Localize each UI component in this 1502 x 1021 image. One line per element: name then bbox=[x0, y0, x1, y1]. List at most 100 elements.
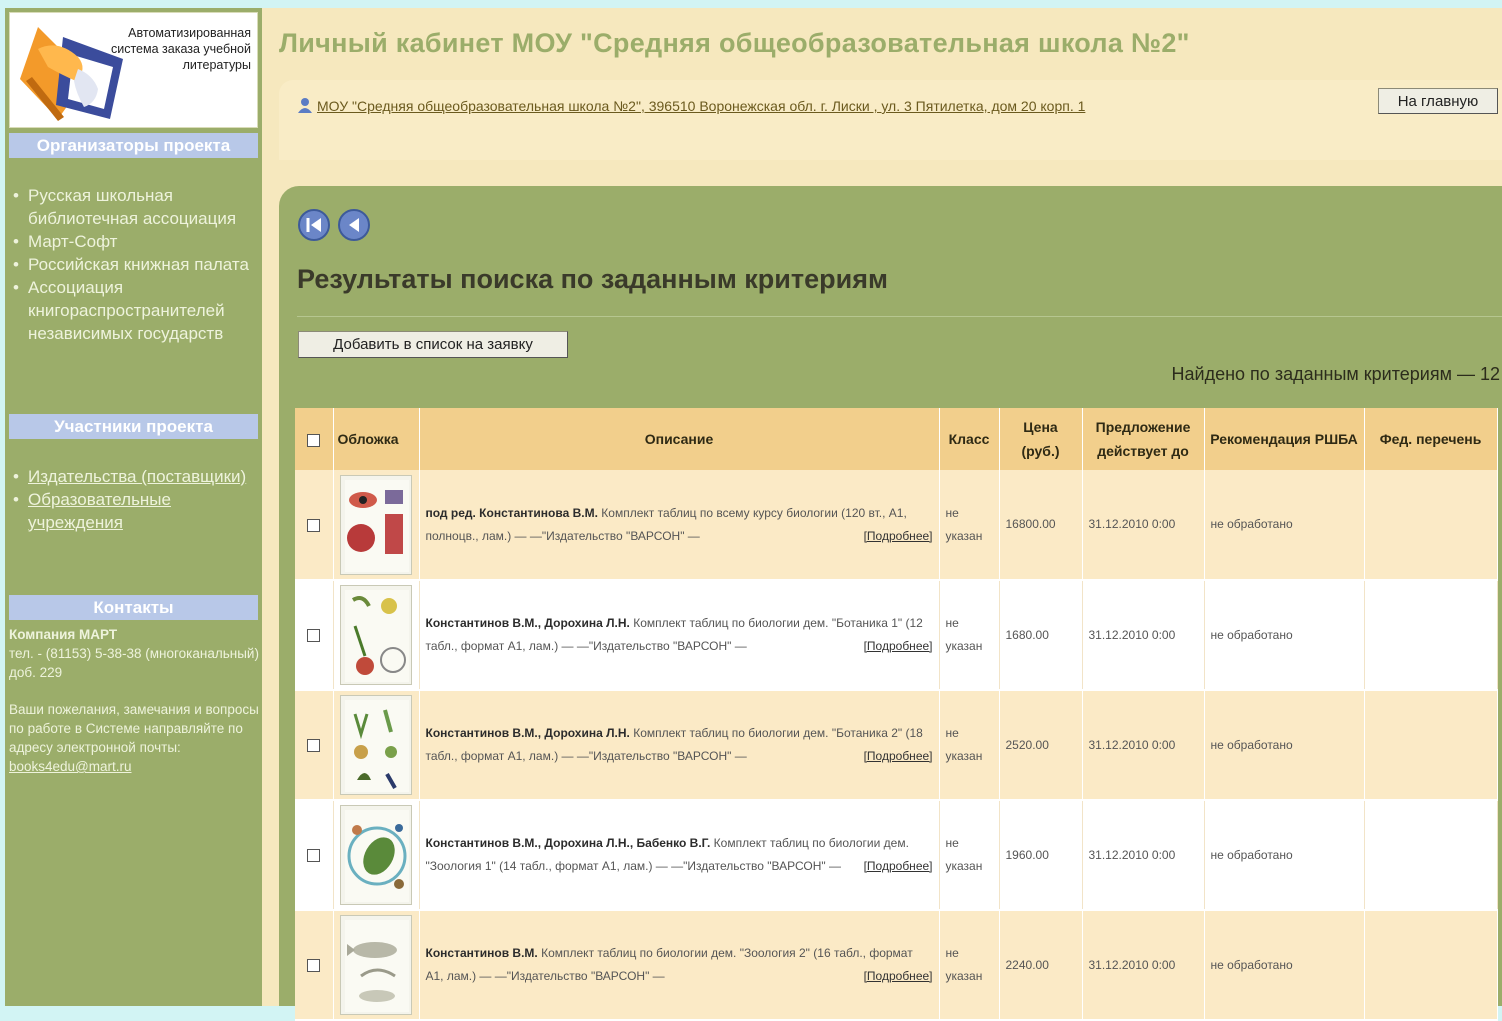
main-content: Личный кабинет МОУ "Средняя общеобразова… bbox=[262, 8, 1502, 1021]
col-description: Описание bbox=[419, 408, 940, 470]
divider bbox=[297, 316, 1502, 317]
cover-thumbnail[interactable] bbox=[339, 805, 412, 905]
col-recommendation: Рекомендация РШБА bbox=[1204, 408, 1365, 470]
account-info-box: МОУ "Средняя общеобразовательная школа №… bbox=[279, 80, 1502, 160]
contacts-heading: Контакты bbox=[9, 595, 258, 620]
grade-cell: не указан bbox=[939, 910, 1000, 1021]
publishers-link[interactable]: Издательства (поставщики) bbox=[28, 467, 246, 486]
table-row: под ред. Константинова В.М. Комплект таб… bbox=[295, 470, 1498, 581]
description-cell: Константинов В.М. Комплект таблиц по био… bbox=[419, 910, 940, 1021]
logo-text: Автоматизированная система заказа учебно… bbox=[110, 26, 251, 72]
federal-cell bbox=[1364, 690, 1498, 801]
table-row: Константинов В.М. Комплект таблиц по био… bbox=[295, 910, 1498, 1021]
organizer-item: Российская книжная палата bbox=[11, 253, 262, 276]
grade-cell: не указан bbox=[939, 470, 1000, 581]
participants-list: Издательства (поставщики) Образовательны… bbox=[11, 465, 262, 534]
col-cover: Обложка bbox=[333, 408, 420, 470]
row-checkbox[interactable] bbox=[307, 849, 321, 863]
details-link[interactable]: [Подробнее] bbox=[864, 745, 933, 768]
page-frame: Автоматизированная система заказа учебно… bbox=[5, 8, 1502, 1021]
table-header-row: Обложка Описание Класс Цена (руб.) Предл… bbox=[295, 408, 1498, 470]
price-cell: 1680.00 bbox=[999, 580, 1083, 691]
organizer-item: Ассоциация книгораспространителей незави… bbox=[11, 276, 262, 345]
address-link[interactable]: МОУ "Средняя общеобразовательная школа №… bbox=[317, 98, 1085, 114]
offer-cell: 31.12.2010 0:00 bbox=[1082, 910, 1205, 1021]
col-offer: Предложение действует до bbox=[1082, 408, 1205, 470]
table-row: Константинов В.М., Дорохина Л.Н. Комплек… bbox=[295, 580, 1498, 691]
grade-cell: не указан bbox=[939, 690, 1000, 801]
price-cell: 16800.00 bbox=[999, 470, 1083, 581]
cover-thumbnail[interactable] bbox=[339, 915, 412, 1015]
home-button[interactable]: На главную bbox=[1378, 88, 1498, 114]
participant-item: Образовательные учреждения bbox=[11, 488, 262, 534]
offer-cell: 31.12.2010 0:00 bbox=[1082, 580, 1205, 691]
back-icon[interactable] bbox=[337, 208, 371, 242]
nav-icons bbox=[297, 208, 371, 247]
details-link[interactable]: [Подробнее] bbox=[864, 855, 933, 878]
details-link[interactable]: [Подробнее] bbox=[864, 635, 933, 658]
user-icon bbox=[298, 98, 312, 113]
participant-item: Издательства (поставщики) bbox=[11, 465, 262, 488]
federal-cell bbox=[1364, 910, 1498, 1021]
first-page-icon[interactable] bbox=[297, 208, 331, 242]
federal-cell bbox=[1364, 580, 1498, 691]
grade-cell: не указан bbox=[939, 800, 1000, 911]
table-row: Константинов В.М., Дорохина Л.Н., Бабенк… bbox=[295, 800, 1498, 911]
row-checkbox[interactable] bbox=[307, 739, 321, 753]
details-link[interactable]: [Подробнее] bbox=[864, 965, 933, 988]
recommendation-cell: не обработано bbox=[1204, 470, 1365, 581]
price-cell: 2520.00 bbox=[999, 690, 1083, 801]
organizer-item: Март-Софт bbox=[11, 230, 262, 253]
price-cell: 2240.00 bbox=[999, 910, 1083, 1021]
phone-text: тел. - (81153) 5-38-38 (многоканальный) … bbox=[9, 646, 259, 680]
results-title: Результаты поиска по заданным критериям bbox=[297, 264, 888, 294]
cover-thumbnail[interactable] bbox=[339, 474, 412, 575]
organizers-list: Русская школьная библиотечная ассоциация… bbox=[11, 184, 262, 345]
logo[interactable]: Автоматизированная система заказа учебно… bbox=[9, 12, 258, 128]
organizers-heading: Организаторы проекта bbox=[9, 133, 258, 158]
recommendation-cell: не обработано bbox=[1204, 910, 1365, 1021]
description-cell: Константинов В.М., Дорохина Л.Н. Комплек… bbox=[419, 690, 940, 801]
contact-note: Ваши пожелания, замечания и вопросы по р… bbox=[9, 702, 259, 755]
price-cell: 1960.00 bbox=[999, 800, 1083, 911]
federal-cell bbox=[1364, 470, 1498, 581]
organizer-item: Русская школьная библиотечная ассоциация bbox=[11, 184, 262, 230]
select-all-checkbox[interactable] bbox=[307, 433, 321, 447]
col-price: Цена (руб.) bbox=[999, 408, 1083, 470]
description-cell: под ред. Константинова В.М. Комплект таб… bbox=[419, 470, 940, 581]
details-link[interactable]: [Подробнее] bbox=[864, 525, 933, 548]
add-to-request-button[interactable]: Добавить в список на заявку bbox=[298, 331, 568, 358]
sidebar: Автоматизированная система заказа учебно… bbox=[5, 8, 262, 1006]
row-checkbox[interactable] bbox=[307, 629, 321, 643]
row-checkbox[interactable] bbox=[307, 959, 321, 973]
page-title: Личный кабинет МОУ "Средняя общеобразова… bbox=[279, 28, 1190, 58]
description-cell: Константинов В.М., Дорохина Л.Н., Бабенк… bbox=[419, 800, 940, 911]
results-table: Обложка Описание Класс Цена (руб.) Предл… bbox=[295, 408, 1498, 1021]
company-name: Компания МАРТ bbox=[9, 627, 118, 642]
table-row: Константинов В.М., Дорохина Л.Н. Комплек… bbox=[295, 690, 1498, 801]
contacts-block: Компания МАРТ тел. - (81153) 5-38-38 (мн… bbox=[9, 625, 259, 776]
offer-cell: 31.12.2010 0:00 bbox=[1082, 470, 1205, 581]
institutions-link[interactable]: Образовательные учреждения bbox=[28, 490, 171, 532]
grade-cell: не указан bbox=[939, 580, 1000, 691]
col-federal: Фед. перечень bbox=[1364, 408, 1498, 470]
description-cell: Константинов В.М., Дорохина Л.Н. Комплек… bbox=[419, 580, 940, 691]
authors: Константинов В.М. bbox=[425, 946, 538, 960]
address-line: МОУ "Средняя общеобразовательная школа №… bbox=[297, 96, 1157, 117]
recommendation-cell: не обработано bbox=[1204, 580, 1365, 691]
row-checkbox[interactable] bbox=[307, 518, 321, 532]
select-all-cell bbox=[295, 408, 334, 470]
col-grade: Класс bbox=[939, 408, 1000, 470]
results-panel: Результаты поиска по заданным критериям … bbox=[279, 186, 1502, 1021]
email-link[interactable]: books4edu@mart.ru bbox=[9, 759, 132, 774]
authors: Константинов В.М., Дорохина Л.Н. bbox=[425, 616, 630, 630]
offer-cell: 31.12.2010 0:00 bbox=[1082, 800, 1205, 911]
federal-cell bbox=[1364, 800, 1498, 911]
cover-thumbnail[interactable] bbox=[339, 695, 412, 795]
found-count: Найдено по заданным критериям — 12 bbox=[1171, 364, 1500, 384]
participants-heading: Участники проекта bbox=[9, 414, 258, 439]
cover-thumbnail[interactable] bbox=[339, 585, 412, 685]
authors: под ред. Константинова В.М. bbox=[425, 505, 598, 520]
authors: Константинов В.М., Дорохина Л.Н. bbox=[425, 726, 630, 740]
authors: Константинов В.М., Дорохина Л.Н., Бабенк… bbox=[425, 836, 711, 850]
